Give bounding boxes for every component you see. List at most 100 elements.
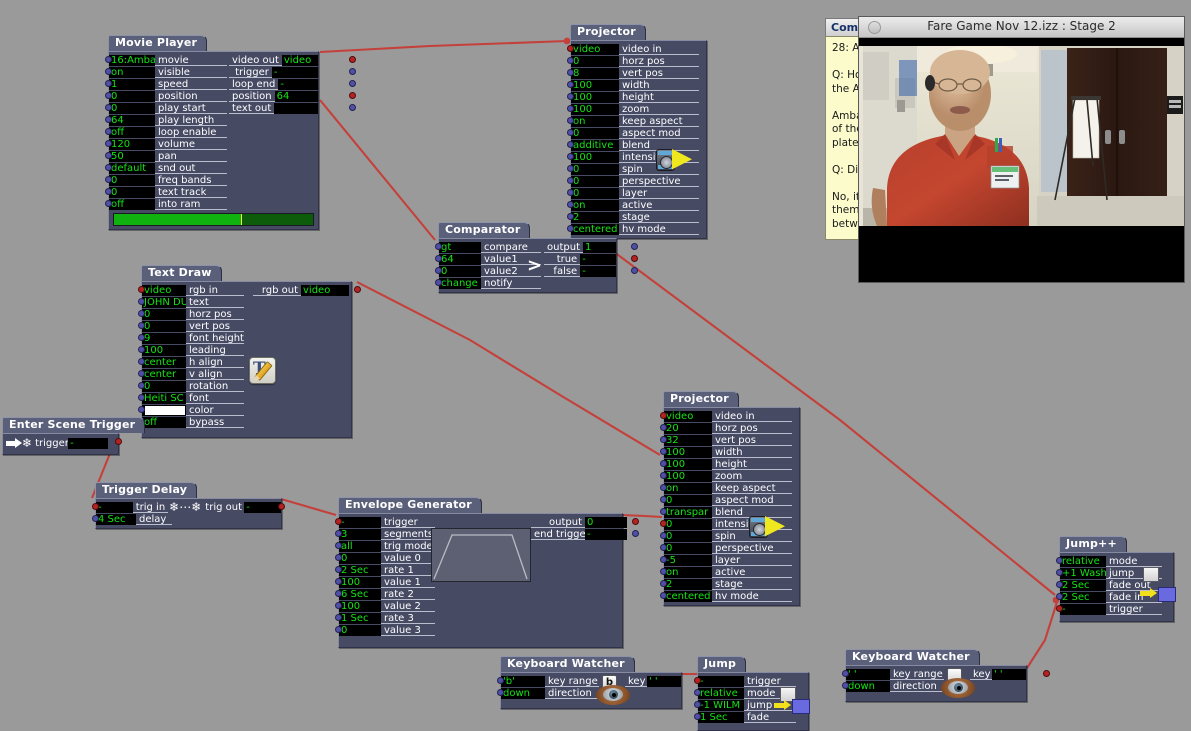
param-row[interactable]: - trigger: [1056, 603, 1168, 615]
param-value[interactable]: video: [571, 43, 619, 55]
input-port[interactable]: [567, 129, 574, 136]
output-port[interactable]: [349, 80, 356, 87]
input-port[interactable]: [660, 520, 667, 527]
input-port[interactable]: [335, 542, 342, 549]
param-value[interactable]: video: [301, 284, 349, 296]
param-value[interactable]: 100: [142, 344, 186, 356]
param-value[interactable]: -: [244, 501, 281, 513]
param-row[interactable]: 50 pan: [105, 150, 229, 162]
input-port[interactable]: [335, 578, 342, 585]
input-port[interactable]: [105, 116, 112, 123]
param-value[interactable]: 100: [339, 576, 381, 588]
param-row[interactable]: 100 width: [567, 79, 706, 91]
param-value[interactable]: -: [96, 501, 133, 513]
input-port[interactable]: [694, 701, 701, 708]
param-value[interactable]: off: [109, 198, 155, 210]
param-row[interactable]: 0 aspect mod: [567, 127, 706, 139]
param-value[interactable]: [274, 102, 318, 114]
param-row[interactable]: on active: [660, 566, 799, 578]
input-port[interactable]: [335, 590, 342, 597]
node-jump[interactable]: Jump - trigger relative mode -1 WILM jump 1 Se…: [694, 652, 810, 731]
param-row[interactable]: 0 freq bands: [105, 174, 229, 186]
input-port[interactable]: [1056, 605, 1063, 612]
input-port[interactable]: [1056, 557, 1063, 564]
input-port[interactable]: [435, 279, 442, 286]
param-value[interactable]: 1 Sec: [698, 711, 744, 723]
param-value[interactable]: additive: [571, 139, 619, 151]
param-row[interactable]: on keep aspect: [567, 115, 706, 127]
input-port[interactable]: [660, 472, 667, 479]
param-value[interactable]: 8: [571, 67, 619, 79]
param-value[interactable]: -: [580, 265, 616, 277]
param-row[interactable]: Heiti SC font: [138, 392, 246, 404]
input-port[interactable]: [435, 243, 442, 250]
node-jump-plus-plus[interactable]: Jump++ relative mode +1 Wash jump 2 Sec fade …: [1056, 532, 1176, 622]
envelope-graph[interactable]: [431, 528, 531, 582]
input-port[interactable]: [567, 57, 574, 64]
param-row[interactable]: output 1: [544, 241, 638, 253]
input-port[interactable]: [138, 346, 145, 353]
param-row[interactable]: color: [138, 404, 246, 416]
input-port[interactable]: [105, 176, 112, 183]
output-port[interactable]: [349, 68, 356, 75]
param-value[interactable]: 0: [109, 102, 155, 114]
param-row[interactable]: 120 volume: [105, 138, 229, 150]
param-row[interactable]: down direction: [497, 687, 599, 699]
input-port[interactable]: [694, 677, 701, 684]
param-row[interactable]: 100 width: [660, 446, 799, 458]
input-port[interactable]: [567, 141, 574, 148]
param-value[interactable]: -5: [664, 554, 712, 566]
param-value[interactable]: off: [142, 416, 186, 428]
input-port[interactable]: [138, 298, 145, 305]
output-port[interactable]: [349, 104, 356, 111]
param-row[interactable]: 64 play length: [105, 114, 229, 126]
param-value[interactable]: on: [109, 66, 155, 78]
color-swatch[interactable]: [144, 404, 186, 416]
input-port[interactable]: [1056, 569, 1063, 576]
input-port[interactable]: [138, 406, 145, 413]
input-port[interactable]: [567, 177, 574, 184]
param-row[interactable]: trigger -: [229, 66, 356, 78]
param-row[interactable]: on keep aspect: [660, 482, 799, 494]
param-value[interactable]: all: [339, 540, 381, 552]
param-value[interactable]: 0: [664, 494, 712, 506]
input-port[interactable]: [335, 566, 342, 573]
param-row[interactable]: 0 position: [105, 90, 229, 102]
param-row[interactable]: 6 Sec rate 2: [335, 588, 435, 600]
param-row[interactable]: 0 aspect mod: [660, 494, 799, 506]
param-value[interactable]: 0: [571, 163, 619, 175]
input-port[interactable]: [92, 503, 99, 510]
param-value[interactable]: 0: [571, 187, 619, 199]
param-row[interactable]: video video in: [660, 410, 799, 422]
param-row[interactable]: position 64: [229, 90, 356, 102]
input-port[interactable]: [1056, 593, 1063, 600]
param-value[interactable]: 16:Amba: [109, 54, 155, 66]
param-value[interactable]: 0: [664, 530, 712, 542]
output-port[interactable]: [354, 286, 361, 293]
param-value[interactable]: -: [271, 66, 318, 78]
param-value[interactable]: 0: [571, 55, 619, 67]
param-row[interactable]: 4 Sec delay: [92, 513, 281, 525]
param-value[interactable]: relative: [698, 687, 744, 699]
param-row[interactable]: 8 vert pos: [567, 67, 706, 79]
param-value[interactable]: 20: [664, 422, 712, 434]
input-port[interactable]: [105, 128, 112, 135]
param-row[interactable]: ❄ trigger -: [3, 436, 122, 451]
output-port[interactable]: [632, 518, 639, 525]
param-row[interactable]: change notify: [435, 277, 544, 289]
param-row[interactable]: 1 Sec rate 3: [335, 612, 435, 624]
param-row[interactable]: off loop enable: [105, 126, 229, 138]
output-port[interactable]: [631, 255, 638, 262]
param-value[interactable]: 1: [582, 241, 616, 253]
param-value[interactable]: 2 Sec: [1060, 591, 1106, 603]
param-value[interactable]: 100: [664, 470, 712, 482]
param-row[interactable]: 0 text track: [105, 186, 229, 198]
input-port[interactable]: [335, 554, 342, 561]
param-row[interactable]: rgb out video: [253, 284, 361, 296]
node-envelope-generator[interactable]: Envelope Generator - trigger 3 segments all t…: [335, 493, 639, 648]
param-row[interactable]: default snd out: [105, 162, 229, 174]
param-value[interactable]: 0: [571, 127, 619, 139]
param-value[interactable]: on: [664, 566, 712, 578]
input-port[interactable]: [660, 544, 667, 551]
output-port[interactable]: [349, 56, 356, 63]
